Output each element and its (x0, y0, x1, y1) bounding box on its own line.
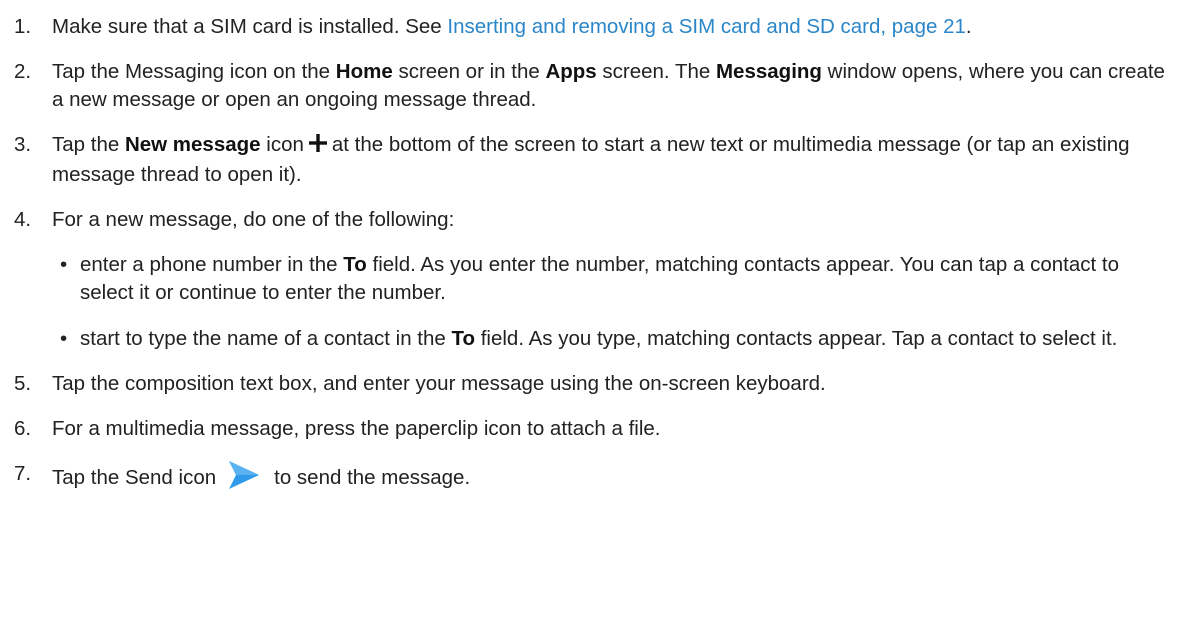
step-text: screen. The (596, 60, 716, 83)
step-text: Tap the Messaging icon on the (52, 60, 336, 83)
step-text: For a multimedia message, press the pape… (52, 417, 661, 440)
step-text: For a new message, do one of the followi… (52, 208, 455, 231)
step-number: 6. (14, 417, 32, 440)
step-4: 4. For a new message, do one of the foll… (14, 206, 1174, 353)
sim-card-page-link[interactable]: Inserting and removing a SIM card and SD… (447, 15, 966, 38)
sub-step-contact-name: • start to type the name of a contact in… (52, 325, 1174, 353)
step-number: 3. (14, 133, 32, 156)
sub-step-text: field. As you type, matching contacts ap… (475, 327, 1118, 350)
step-number: 5. (14, 372, 32, 395)
to-field-label: To (451, 327, 476, 350)
step-6: 6. For a multimedia message, press the p… (14, 415, 1174, 443)
step-text-end: . (965, 15, 972, 38)
step-text: icon (260, 133, 304, 156)
step-1: 1. Make sure that a SIM card is installe… (14, 13, 1174, 41)
sub-step-phone-number: • enter a phone number in the To field. … (52, 251, 1174, 307)
step-list: 1. Make sure that a SIM card is installe… (14, 13, 1174, 498)
send-icon (228, 460, 260, 498)
home-label: Home (335, 60, 393, 83)
step-2: 2. Tap the Messaging icon on the Home sc… (14, 58, 1174, 114)
step-text: Tap the composition text box, and enter … (52, 372, 826, 395)
bullet: • (60, 327, 68, 350)
plus-icon (308, 133, 328, 161)
messaging-label: Messaging (715, 60, 822, 83)
step-text: to send the message. (274, 466, 471, 489)
step-text: screen or in the (392, 60, 546, 83)
step-number: 7. (14, 462, 32, 485)
step-number: 2. (14, 60, 32, 83)
step-text: Tap the Send icon (52, 466, 217, 489)
step-number: 4. (14, 208, 32, 231)
sub-step-list: • enter a phone number in the To field. … (52, 251, 1174, 353)
sub-step-text: start to type the name of a contact in t… (80, 327, 452, 350)
instructions-page: 1. Make sure that a SIM card is installe… (0, 0, 1184, 632)
to-field-label: To (343, 253, 367, 276)
step-text: Tap the (52, 133, 125, 156)
apps-label: Apps (545, 60, 597, 83)
step-text: Make sure that a SIM card is installed. … (52, 15, 448, 38)
step-number: 1. (14, 15, 32, 38)
bullet: • (60, 253, 68, 276)
step-5: 5. Tap the composition text box, and ent… (14, 370, 1174, 398)
step-3: 3. Tap the New message icon at the bottom… (14, 131, 1174, 189)
step-7: 7. Tap the Send icon to send the message. (14, 460, 1174, 498)
sub-step-text: enter a phone number in the (80, 253, 344, 276)
new-message-label: New message (124, 133, 261, 156)
